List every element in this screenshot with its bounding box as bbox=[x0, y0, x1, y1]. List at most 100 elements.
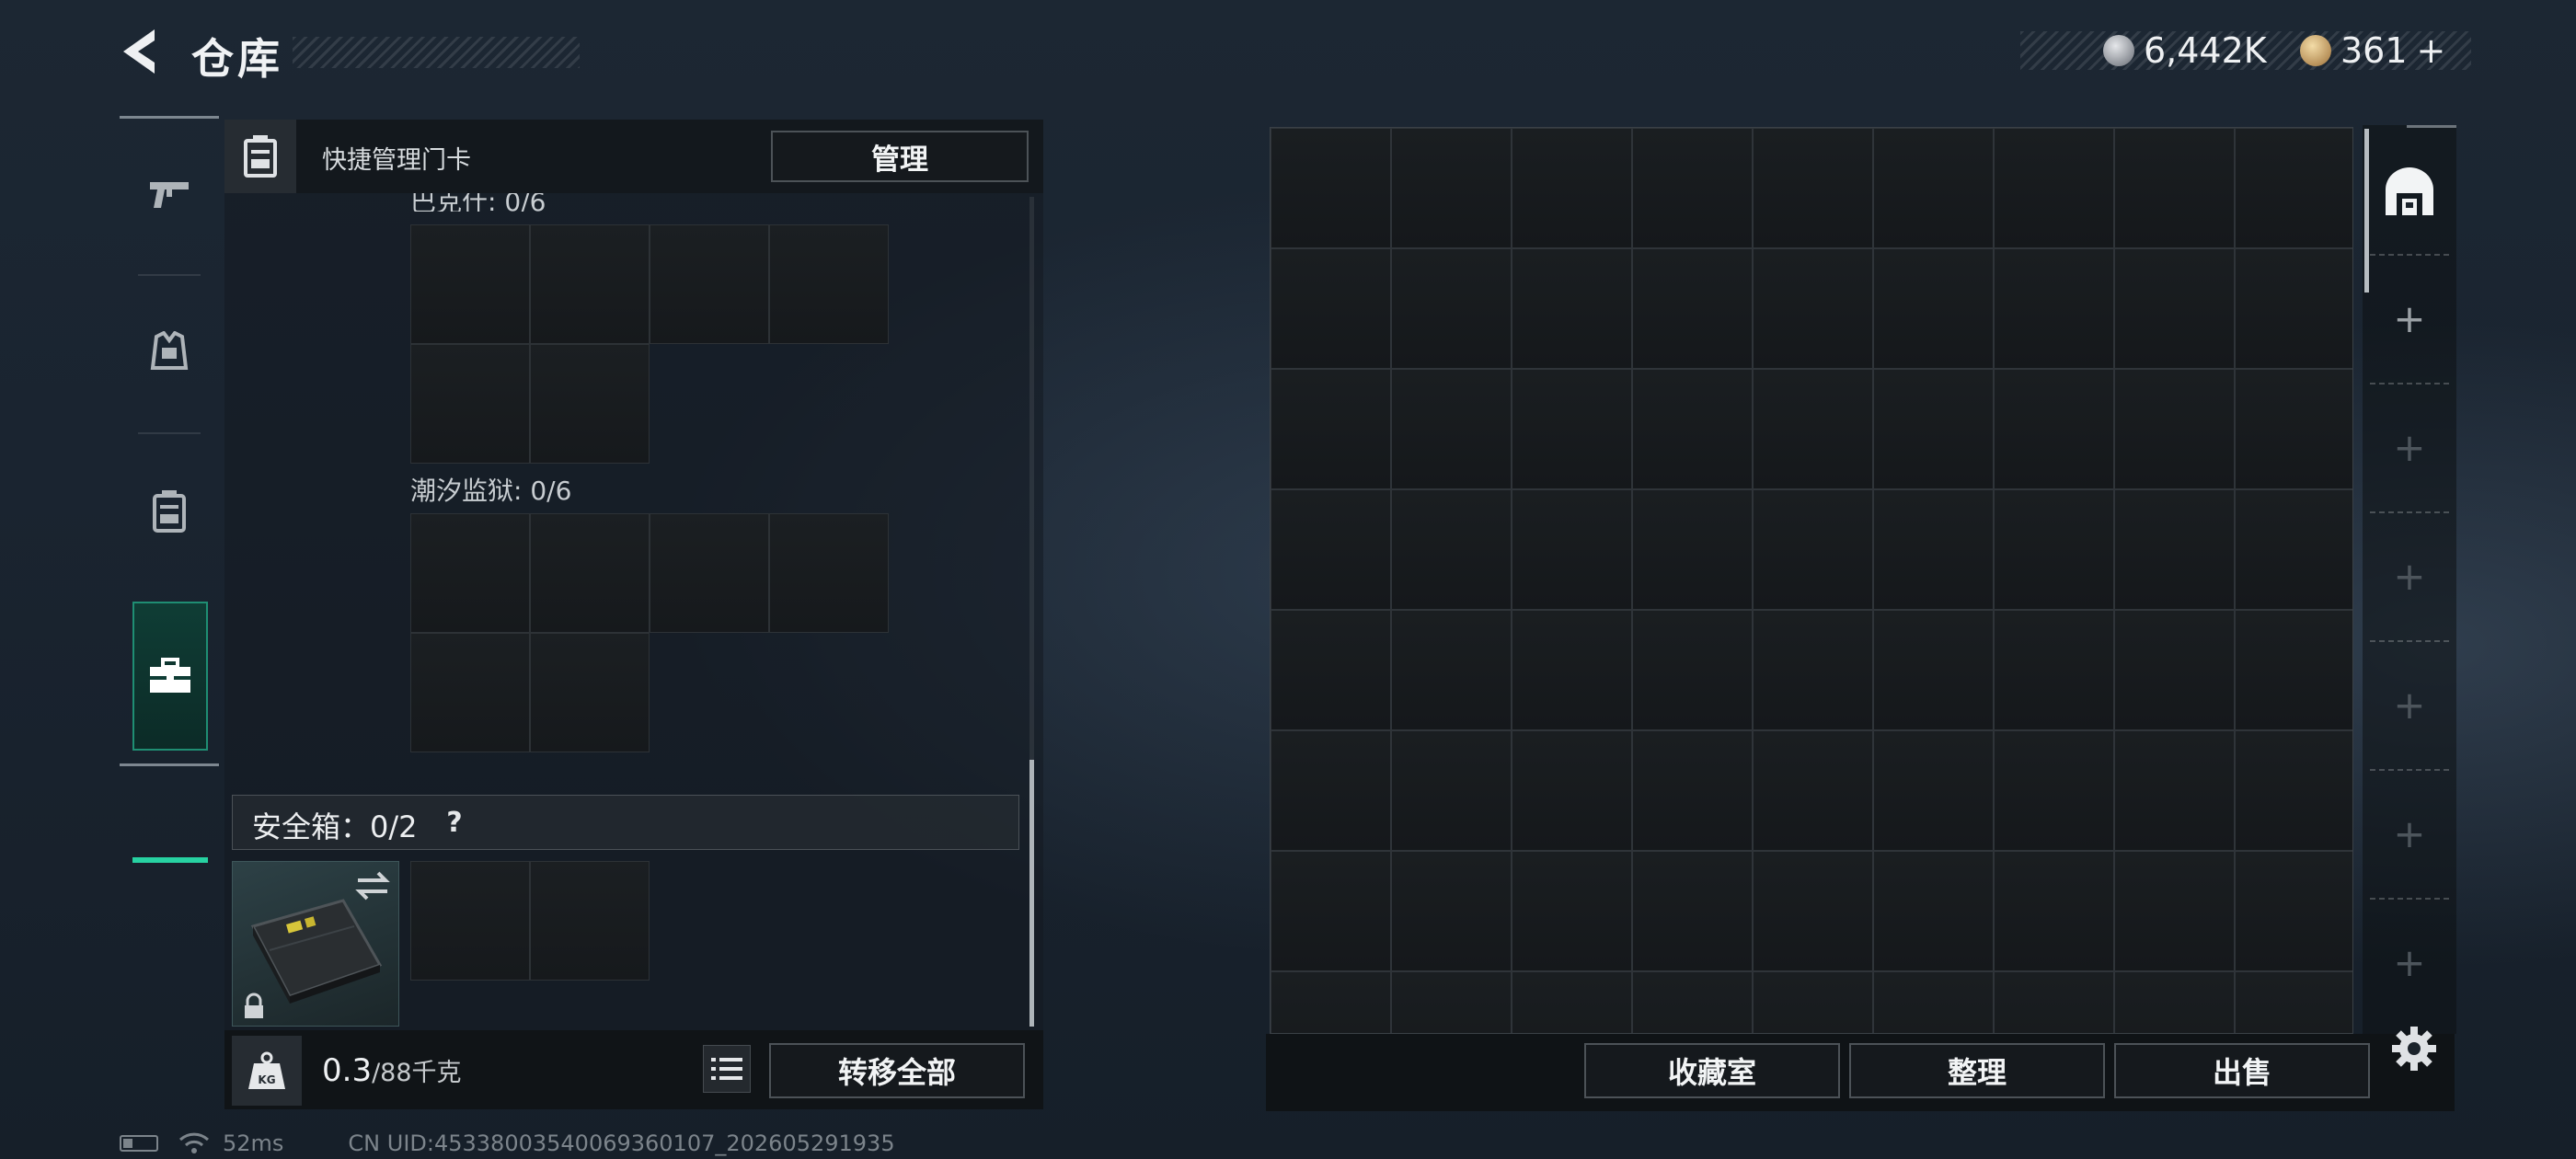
storage-cell[interactable] bbox=[1512, 610, 1632, 730]
storage-cell[interactable] bbox=[1753, 248, 1873, 369]
swap-icon[interactable] bbox=[354, 869, 391, 902]
storage-cell[interactable] bbox=[1753, 489, 1873, 610]
add-storage-page-button[interactable]: + bbox=[2363, 256, 2456, 381]
storage-cell[interactable] bbox=[1632, 489, 1753, 610]
storage-cell[interactable] bbox=[1873, 730, 1994, 851]
storage-cell[interactable] bbox=[1391, 369, 1512, 489]
storage-cell[interactable] bbox=[1271, 489, 1391, 610]
storage-cell[interactable] bbox=[2235, 369, 2352, 489]
storage-cell[interactable] bbox=[2235, 730, 2352, 851]
storage-cell[interactable] bbox=[1632, 128, 1753, 248]
keycard-slot[interactable] bbox=[410, 224, 530, 344]
storage-cell[interactable] bbox=[1391, 128, 1512, 248]
storage-cell[interactable] bbox=[2235, 248, 2352, 369]
keycard-slot[interactable] bbox=[530, 344, 650, 464]
keycard-slot[interactable] bbox=[650, 513, 769, 633]
storage-cell[interactable] bbox=[1271, 971, 1391, 1033]
storage-cell[interactable] bbox=[1512, 248, 1632, 369]
keycard-slot[interactable] bbox=[530, 224, 650, 344]
keycard-slot[interactable] bbox=[530, 513, 650, 633]
storage-cell[interactable] bbox=[1271, 369, 1391, 489]
storage-cell[interactable] bbox=[1632, 730, 1753, 851]
storage-cell[interactable] bbox=[1391, 248, 1512, 369]
storage-cell[interactable] bbox=[1512, 730, 1632, 851]
storage-cell[interactable] bbox=[2114, 369, 2235, 489]
storage-cell[interactable] bbox=[1994, 730, 2114, 851]
storage-cell[interactable] bbox=[1271, 851, 1391, 971]
nav-item-weapons[interactable] bbox=[120, 116, 219, 274]
storage-cell[interactable] bbox=[1873, 851, 1994, 971]
safe-box-help-button[interactable]: ? bbox=[436, 802, 473, 843]
keycard-slot[interactable] bbox=[769, 513, 889, 633]
back-button[interactable] bbox=[118, 26, 164, 77]
safe-box-item[interactable] bbox=[232, 861, 399, 1027]
keycard-slot[interactable] bbox=[650, 224, 769, 344]
storage-cell[interactable] bbox=[1994, 851, 2114, 971]
storage-cell[interactable] bbox=[2235, 971, 2352, 1033]
storage-cell[interactable] bbox=[1512, 851, 1632, 971]
storage-cell[interactable] bbox=[1632, 610, 1753, 730]
storage-cell[interactable] bbox=[1994, 128, 2114, 248]
storage-cell[interactable] bbox=[1994, 971, 2114, 1033]
storage-cell[interactable] bbox=[1994, 248, 2114, 369]
nav-item-backpack[interactable] bbox=[120, 432, 219, 591]
storage-cell[interactable] bbox=[1873, 248, 1994, 369]
storage-cell[interactable] bbox=[1271, 610, 1391, 730]
keycard-slot[interactable] bbox=[410, 513, 530, 633]
storage-cell[interactable] bbox=[1753, 971, 1873, 1033]
keycard-slot[interactable] bbox=[410, 344, 530, 464]
storage-cell[interactable] bbox=[2114, 128, 2235, 248]
settings-button[interactable] bbox=[2388, 1023, 2440, 1074]
locked-storage-page[interactable]: + bbox=[2363, 771, 2456, 896]
organize-button[interactable]: 整理 bbox=[1849, 1043, 2105, 1098]
storage-cell[interactable] bbox=[1391, 851, 1512, 971]
storage-cell[interactable] bbox=[2114, 489, 2235, 610]
storage-cell[interactable] bbox=[2235, 128, 2352, 248]
storage-cell[interactable] bbox=[2114, 248, 2235, 369]
transfer-all-button[interactable]: 转移全部 bbox=[769, 1043, 1025, 1098]
storage-cell[interactable] bbox=[1391, 730, 1512, 851]
safe-box-slot[interactable] bbox=[530, 861, 650, 981]
storage-cell[interactable] bbox=[1512, 489, 1632, 610]
storage-cell[interactable] bbox=[2235, 851, 2352, 971]
storage-cell[interactable] bbox=[1512, 971, 1632, 1033]
storage-cell[interactable] bbox=[1873, 610, 1994, 730]
storage-cell[interactable] bbox=[1271, 128, 1391, 248]
storage-cell[interactable] bbox=[1873, 128, 1994, 248]
storage-cell[interactable] bbox=[1753, 730, 1873, 851]
storage-cell[interactable] bbox=[2235, 489, 2352, 610]
storage-cell[interactable] bbox=[1753, 610, 1873, 730]
storage-cell[interactable] bbox=[2114, 971, 2235, 1033]
storage-cell[interactable] bbox=[1994, 610, 2114, 730]
storage-cell[interactable] bbox=[1632, 971, 1753, 1033]
storage-cell[interactable] bbox=[1512, 369, 1632, 489]
list-view-button[interactable] bbox=[703, 1045, 751, 1093]
storage-cell[interactable] bbox=[1271, 248, 1391, 369]
keycard-slot[interactable] bbox=[530, 633, 650, 752]
collection-room-button[interactable]: 收藏室 bbox=[1584, 1043, 1840, 1098]
storage-cell[interactable] bbox=[1512, 128, 1632, 248]
storage-cell[interactable] bbox=[1391, 971, 1512, 1033]
nav-item-case[interactable] bbox=[132, 602, 208, 751]
storage-cell[interactable] bbox=[2114, 851, 2235, 971]
manage-button[interactable]: 管理 bbox=[771, 131, 1029, 182]
nav-item-armor[interactable] bbox=[120, 274, 219, 432]
storage-cell[interactable] bbox=[1753, 128, 1873, 248]
storage-cell[interactable] bbox=[2114, 610, 2235, 730]
storage-cell[interactable] bbox=[1391, 610, 1512, 730]
storage-cell[interactable] bbox=[1873, 489, 1994, 610]
storage-cell[interactable] bbox=[1271, 730, 1391, 851]
keycard-slot[interactable] bbox=[769, 224, 889, 344]
add-currency-button[interactable]: + bbox=[2417, 30, 2446, 71]
locked-storage-page[interactable]: + bbox=[2363, 900, 2456, 1025]
storage-cell[interactable] bbox=[1632, 369, 1753, 489]
safe-box-slot[interactable] bbox=[410, 861, 530, 981]
storage-cell[interactable] bbox=[1873, 369, 1994, 489]
storage-cell[interactable] bbox=[1391, 489, 1512, 610]
storage-cell[interactable] bbox=[1632, 851, 1753, 971]
storage-cell[interactable] bbox=[1632, 248, 1753, 369]
storage-cell[interactable] bbox=[2114, 730, 2235, 851]
sell-button[interactable]: 出售 bbox=[2114, 1043, 2370, 1098]
storage-cell[interactable] bbox=[1873, 971, 1994, 1033]
storage-page-tab-1[interactable] bbox=[2363, 129, 2456, 254]
